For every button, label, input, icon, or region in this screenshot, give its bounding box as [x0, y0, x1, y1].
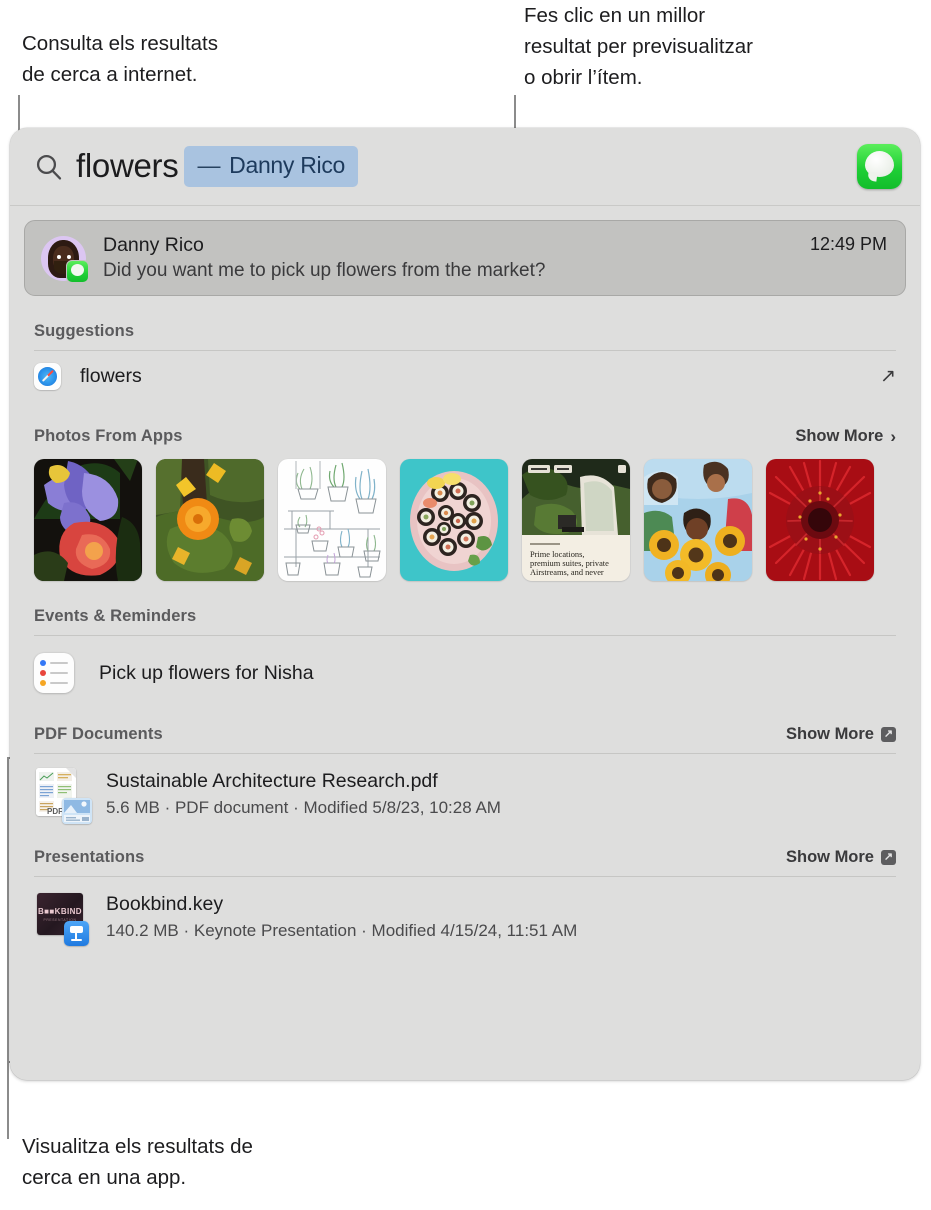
photos-strip: Prime locations, premium suites, private… [10, 446, 920, 581]
friends-with-sunflowers-photo [644, 459, 752, 581]
show-more-photos-button[interactable]: Show More › [795, 427, 896, 446]
file-meta: 5.6 MB · PDF document · Modified 5/8/23,… [106, 797, 501, 817]
messages-badge-bubble [71, 263, 84, 276]
top-hit-result[interactable]: Danny Rico Did you want me to pick up fl… [24, 220, 906, 296]
messages-app-icon [857, 144, 902, 189]
reminder-label: Pick up flowers for Nisha [99, 661, 314, 684]
screenshot-stage: Consulta els resultats de cerca a intern… [0, 0, 931, 1210]
pdf-preview-thumbnail [62, 798, 92, 824]
show-more-photos-label: Show More [795, 427, 884, 445]
photo-thumbnail[interactable] [156, 459, 264, 581]
reminders-dot-orange [40, 680, 46, 686]
reminder-row[interactable]: Pick up flowers for Nisha [10, 636, 920, 699]
safari-compass-dial [37, 365, 58, 387]
svg-text:premium suites, private: premium suites, private [530, 559, 609, 568]
section-header-suggestions: Suggestions [10, 322, 920, 341]
keynote-badge-base [71, 939, 82, 941]
callout-preview-item: Fes clic en un millor resultat per previ… [524, 4, 754, 89]
file-row-keynote[interactable]: B■■KBIND PRESENTATION Bookbind.key 140.2… [10, 877, 920, 946]
file-title: Bookbind.key [106, 892, 224, 915]
svg-text:Airstreams, and never: Airstreams, and never [530, 568, 604, 577]
safari-icon [34, 362, 61, 390]
messages-badge-icon [66, 259, 89, 283]
section-title-photos: Photos From Apps [34, 427, 183, 445]
reminders-dot-blue [40, 660, 46, 666]
keynote-app-badge-icon [64, 921, 89, 946]
spotlight-search-bar[interactable]: flowers — Danny Rico [10, 128, 920, 206]
file-meta: 140.2 MB · Keynote Presentation · Modifi… [106, 920, 578, 940]
avatar [41, 235, 89, 283]
arrow-up-right-key-icon: ↗ [881, 727, 896, 742]
leader-line-app-vertical [7, 1059, 9, 1139]
memoji-eye-right [67, 254, 71, 259]
spotlight-results: Danny Rico Did you want me to pick up fl… [10, 220, 920, 946]
section-title-suggestions: Suggestions [34, 322, 135, 340]
reminders-dot-red [40, 670, 46, 676]
top-hit-timestamp: 12:49 PM [809, 234, 887, 254]
suggestion-label: flowers [80, 364, 142, 387]
svg-text:Prime locations,: Prime locations, [530, 550, 584, 559]
photo-thumbnail[interactable] [278, 459, 386, 581]
arrow-up-right-key-icon: ↗ [881, 850, 896, 865]
section-header-pdf: PDF Documents Show More ↗ [10, 725, 920, 744]
keynote-file-icon: B■■KBIND PRESENTATION [34, 889, 90, 946]
search-input[interactable]: flowers — Danny Rico [76, 146, 359, 187]
orange-marigold-garden-photo [156, 459, 264, 581]
token-dash: — [197, 152, 221, 178]
show-more-pdf-button[interactable]: Show More ↗ [786, 725, 896, 744]
pdf-type-label: PDF [47, 807, 63, 816]
file-row-pdf[interactable]: PDF Sustainable Architecture Research.pd… [10, 754, 920, 824]
show-more-pdf-label: Show More [785, 725, 874, 743]
section-header-presentations: Presentations Show More ↗ [10, 848, 920, 867]
callout-internet-results: Consulta els resultats de cerca a intern… [22, 32, 218, 86]
arrow-up-right-icon: ↗ [880, 365, 896, 387]
photo-thumbnail[interactable] [644, 459, 752, 581]
file-text-pdf: Sustainable Architecture Research.pdf 5.… [106, 768, 501, 821]
keynote-slide-title: B■■KBIND [38, 906, 82, 916]
red-gerbera-closeup-photo [766, 459, 874, 581]
top-hit-text: Danny Rico Did you want me to pick up fl… [103, 233, 810, 284]
memoji-eye-left [57, 254, 61, 259]
show-more-presentations-label: Show More [785, 848, 874, 866]
top-hit-subtitle: Did you want me to pick up flowers from … [103, 259, 546, 281]
search-query-text: flowers [76, 147, 179, 184]
section-header-photos: Photos From Apps Show More › [10, 427, 920, 446]
section-header-events: Events & Reminders [10, 607, 920, 626]
spotlight-window: flowers — Danny Rico Danny Rico Did you … [10, 128, 920, 1080]
reminders-bar [50, 662, 68, 664]
search-scope-token[interactable]: — Danny Rico [184, 146, 359, 187]
reminders-line [40, 660, 68, 666]
purple-iris-flowers-photo [34, 459, 142, 581]
messages-bubble-tail [867, 171, 878, 182]
airstream-listing-card: Prime locations, premium suites, private… [522, 459, 630, 581]
sushi-platter-photo [400, 459, 508, 581]
potted-plants-illustration [278, 459, 386, 581]
top-hit-title: Danny Rico [103, 233, 204, 256]
search-icon [36, 154, 62, 180]
suggestion-row-safari[interactable]: flowers ↗ [10, 351, 920, 401]
show-more-presentations-button[interactable]: Show More ↗ [786, 848, 896, 867]
reminders-line [40, 680, 68, 686]
pdf-preview-badge [62, 798, 92, 824]
photo-thumbnail[interactable] [766, 459, 874, 581]
file-title: Sustainable Architecture Research.pdf [106, 769, 438, 792]
chevron-right-icon: › [890, 427, 896, 446]
pdf-file-icon: PDF [34, 766, 92, 824]
section-title-presentations: Presentations [34, 848, 145, 866]
safari-compass-needle [41, 369, 54, 383]
photo-thumbnail[interactable]: Prime locations, premium suites, private… [522, 459, 630, 581]
file-text-keynote: Bookbind.key 140.2 MB · Keynote Presenta… [106, 891, 577, 944]
callout-view-in-app: Visualitza els resultats de cerca en una… [22, 1135, 253, 1189]
photo-thumbnail[interactable] [34, 459, 142, 581]
reminders-icon [34, 653, 74, 693]
token-label: Danny Rico [229, 152, 346, 178]
reminders-bar [50, 672, 68, 674]
reminders-bar [50, 682, 68, 684]
section-title-pdf: PDF Documents [34, 725, 163, 743]
reminders-line [40, 670, 68, 676]
photo-thumbnail[interactable] [400, 459, 508, 581]
section-title-events: Events & Reminders [34, 607, 197, 625]
